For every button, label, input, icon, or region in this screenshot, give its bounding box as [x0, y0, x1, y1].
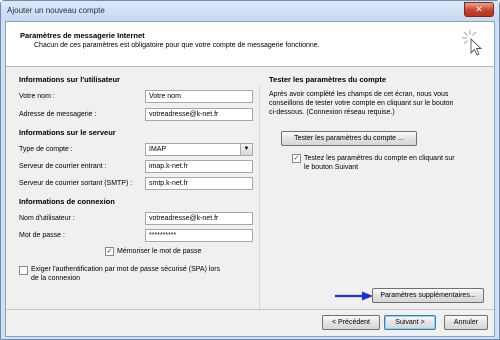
title-bar[interactable]: Ajouter un nouveau compte ✕ [1, 1, 499, 21]
user-info-heading: Informations sur l'utilisateur [19, 75, 120, 84]
account-type-value: IMAP [149, 146, 167, 153]
back-button[interactable]: < Précédent [322, 315, 380, 330]
test-desc-line2: conseillons de tester votre compte en cl… [269, 100, 454, 107]
password-label: Mot de passe : [19, 232, 65, 239]
dialog-window: Ajouter un nouveau compte ✕ Paramètres d… [0, 0, 500, 340]
email-label: Adresse de messagerie : [19, 111, 97, 118]
username-label: Nom d'utilisateur : [19, 215, 75, 222]
cancel-button[interactable]: Annuler [444, 315, 488, 330]
remember-password-checkbox[interactable]: ✓ [105, 247, 114, 256]
remember-password-label[interactable]: Mémoriser le mot de passe [117, 248, 201, 255]
dialog-client-area: Paramètres de messagerie Internet Chacun… [5, 21, 495, 337]
window-title: Ajouter un nouveau compte [7, 6, 105, 15]
login-info-heading: Informations de connexion [19, 197, 115, 206]
outgoing-server-input[interactable]: smtp.k-net.fr [145, 177, 253, 190]
account-type-label: Type de compte : [19, 146, 73, 153]
spa-label-line1[interactable]: Exiger l'authentification par mot de pas… [31, 266, 220, 273]
footer-divider [6, 309, 494, 310]
chevron-down-icon[interactable]: ▼ [240, 144, 252, 155]
header-title: Paramètres de messagerie Internet [20, 31, 145, 40]
outgoing-server-label: Serveur de courrier sortant (SMTP) : [19, 180, 133, 187]
auto-test-checkbox[interactable]: ✓ [292, 154, 301, 163]
test-desc-line1: Après avoir complété les champs de cet é… [269, 91, 449, 98]
spa-checkbox[interactable] [19, 266, 28, 275]
auto-test-label-line1[interactable]: Testez les paramètres du compte en cliqu… [304, 155, 455, 162]
next-button[interactable]: Suivant > [384, 315, 436, 330]
server-info-heading: Informations sur le serveur [19, 128, 116, 137]
username-input[interactable]: votreadresse@k-net.fr [145, 212, 253, 225]
dialog-header: Paramètres de messagerie Internet Chacun… [6, 22, 494, 67]
incoming-server-label: Serveur de courrier entrant : [19, 163, 107, 170]
header-subtitle: Chacun de ces paramètres est obligatoire… [34, 42, 320, 49]
test-heading: Tester les paramètres du compte [269, 75, 386, 84]
column-divider [259, 84, 260, 309]
name-input[interactable]: Votre nom [145, 90, 253, 103]
password-input[interactable]: ********** [145, 229, 253, 242]
email-input[interactable]: votreadresse@k-net.fr [145, 108, 253, 121]
auto-test-label-line2[interactable]: le bouton Suivant [304, 164, 358, 171]
cursor-sparkle-icon [462, 30, 483, 56]
test-desc-line3: ci-dessous. (Connexion réseau requise.) [269, 109, 395, 116]
name-label: Votre nom : [19, 93, 55, 100]
account-type-select[interactable]: IMAP ▼ [145, 143, 253, 156]
close-button[interactable]: ✕ [464, 2, 494, 17]
more-settings-button[interactable]: Paramètres supplémentaires... [372, 288, 484, 303]
test-account-button[interactable]: Tester les paramètres du compte ... [281, 131, 417, 146]
pointer-arrow-icon [335, 291, 373, 301]
incoming-server-input[interactable]: imap.k-net.fr [145, 160, 253, 173]
spa-label-line2[interactable]: de la connexion [31, 275, 80, 282]
